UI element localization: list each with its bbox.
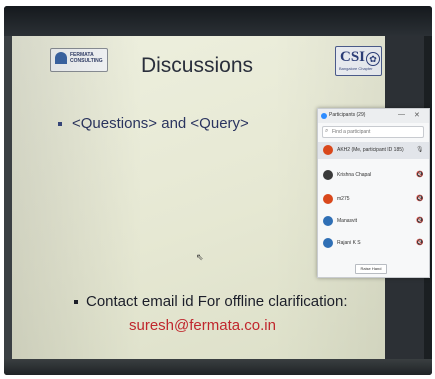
microphone-muted-icon[interactable]: 🔇	[416, 239, 423, 246]
csi-seal-icon: ✿	[366, 52, 380, 66]
mouse-cursor-icon: ⇖	[196, 252, 204, 262]
search-icon: ⌕	[325, 128, 329, 134]
participant-name: Rajani K S	[337, 240, 361, 246]
microphone-icon[interactable]: 🎙	[416, 146, 424, 153]
minimize-icon[interactable]: —	[398, 111, 405, 118]
microphone-muted-icon[interactable]: 🔇	[416, 195, 423, 202]
csi-logo-subtext: Bangalore Chapter	[339, 66, 373, 71]
zoom-app-icon	[321, 113, 327, 119]
fermata-logo: FERMATA CONSULTING	[50, 48, 108, 72]
participants-panel[interactable]: Participants (29) — ✕ ⌕ AKH2 (Me, partic…	[317, 108, 430, 278]
bullet-questions: <Questions> and <Query>	[58, 115, 249, 132]
microphone-muted-icon[interactable]: 🔇	[416, 217, 423, 224]
fermata-logo-text: FERMATA CONSULTING	[70, 52, 103, 64]
participant-search[interactable]: ⌕	[322, 126, 424, 138]
participants-titlebar[interactable]: Participants (29) — ✕	[318, 109, 429, 123]
monitor-bezel-bottom	[4, 359, 432, 375]
avatar	[323, 216, 333, 226]
participant-row[interactable]: Rajani K S 🔇	[318, 235, 429, 252]
monitor-bezel-top	[4, 6, 432, 36]
participant-row[interactable]: Manasvit 🔇	[318, 213, 429, 230]
bullet-icon	[58, 122, 62, 127]
avatar	[323, 170, 333, 180]
avatar	[323, 238, 333, 248]
participant-search-input[interactable]	[332, 128, 420, 135]
bullet-contact: Contact email id For offline clarificati…	[74, 293, 348, 310]
bullet-icon	[74, 300, 78, 305]
csi-logo: CSI ✿ Bangalore Chapter	[335, 46, 382, 76]
slide-title: Discussions	[140, 54, 254, 77]
fermata-logo-mark	[55, 52, 67, 64]
participant-name: m275	[337, 196, 350, 202]
avatar	[323, 194, 333, 204]
participant-row[interactable]: AKH2 (Me, participant ID 185) 🎙	[318, 142, 429, 159]
raise-hand-button[interactable]: Raise Hand	[355, 264, 387, 274]
csi-logo-text: CSI	[340, 49, 366, 65]
contact-email-link[interactable]: suresh@fermata.co.in	[129, 317, 276, 334]
participant-name: Manasvit	[337, 218, 358, 224]
participants-title: Participants (29)	[329, 112, 366, 118]
avatar	[323, 145, 333, 155]
close-icon[interactable]: ✕	[414, 111, 420, 119]
participant-name: AKH2 (Me, participant ID 185)	[337, 147, 404, 153]
monitor-bezel-left	[4, 36, 12, 375]
bullet-questions-text: <Questions> and <Query>	[72, 115, 249, 132]
microphone-muted-icon[interactable]: 🔇	[416, 171, 423, 178]
participant-name: Krishna Chapal	[337, 172, 372, 178]
monitor-frame: FERMATA CONSULTING Discussions CSI ✿ Ban…	[4, 6, 432, 375]
participant-row[interactable]: Krishna Chapal 🔇	[318, 167, 429, 184]
participant-row[interactable]: m275 🔇	[318, 191, 429, 208]
bullet-contact-text: Contact email id For offline clarificati…	[86, 293, 348, 310]
